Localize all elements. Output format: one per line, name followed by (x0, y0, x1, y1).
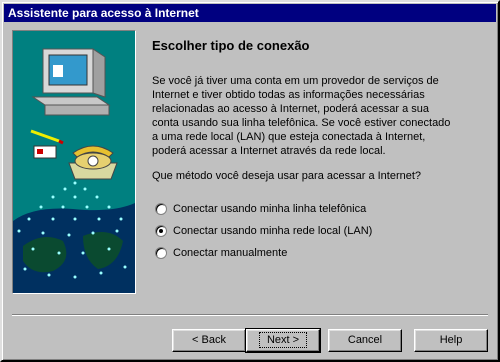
page-heading: Escolher tipo de conexão (152, 38, 310, 53)
radio-label[interactable]: Conectar manualmente (173, 247, 287, 259)
radio-button[interactable] (155, 247, 167, 259)
radio-label[interactable]: Conectar usando minha linha telefônica (173, 203, 366, 215)
computer-icon (31, 48, 111, 116)
radio-dot (159, 229, 163, 233)
envelope-icon (33, 145, 57, 159)
separator (12, 314, 488, 316)
radio-button-selected[interactable] (155, 225, 167, 237)
next-button-label: Next > (258, 332, 308, 348)
radio-option-lan[interactable]: Conectar usando minha rede local (LAN) (155, 225, 372, 237)
description-text: Se você já tiver uma conta em um provedo… (152, 75, 451, 157)
wizard-window: Assistente para acesso à Internet Escolh… (0, 0, 500, 362)
radio-label[interactable]: Conectar usando minha rede local (LAN) (173, 225, 372, 237)
telephone-icon (68, 145, 118, 180)
radio-button[interactable] (155, 203, 167, 215)
radio-option-phone-line[interactable]: Conectar usando minha linha telefônica (155, 203, 366, 215)
question-label: Que método você deseja usar para acessar… (152, 170, 422, 182)
help-button[interactable]: Help (414, 329, 488, 352)
cancel-button[interactable]: Cancel (328, 329, 402, 352)
wizard-illustration (12, 30, 136, 294)
back-button[interactable]: < Back (172, 329, 246, 352)
title-bar: Assistente para acesso à Internet (4, 4, 496, 22)
radio-option-manual[interactable]: Conectar manualmente (155, 247, 287, 259)
next-button[interactable]: Next > (245, 328, 321, 353)
window-title: Assistente para acesso à Internet (8, 6, 199, 20)
